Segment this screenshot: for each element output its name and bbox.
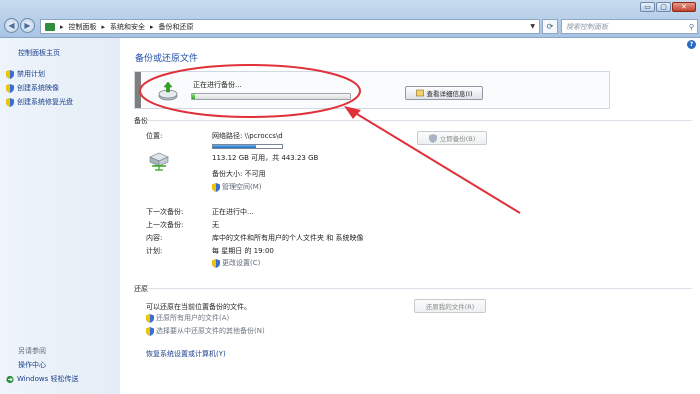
sidebar-item-disable-schedule[interactable]: 禁用计划 — [6, 69, 45, 79]
see-also-heading: 另请参阅 — [18, 347, 46, 355]
refresh-button[interactable]: ⟳ — [542, 19, 558, 34]
last-backup-value: 无 — [212, 221, 219, 229]
chevron-down-icon[interactable]: ▼ — [530, 23, 535, 30]
panel-accent — [135, 72, 141, 108]
sidebar-item-home[interactable]: 控制面板主页 — [18, 48, 60, 58]
details-icon — [415, 89, 424, 97]
sidebar-item-action-center[interactable]: 操作中心 — [18, 360, 46, 370]
progress-fill — [192, 94, 196, 99]
page-title: 备份或还原文件 — [135, 54, 199, 64]
search-input[interactable]: 搜索控制面板 — [566, 22, 608, 32]
breadcrumb-item[interactable]: 系统和安全 — [110, 22, 145, 32]
maximize-button[interactable]: ▢ — [656, 2, 671, 12]
forward-button[interactable]: ▶ — [20, 18, 35, 33]
shield-icon — [146, 313, 154, 323]
restore-description: 可以还原在当前位置备份的文件。 — [146, 303, 251, 311]
sidebar-item-label: 创建系统映像 — [17, 84, 59, 92]
breadcrumb-item[interactable]: 控制面板 — [69, 22, 97, 32]
shield-icon — [6, 83, 14, 93]
breadcrumb[interactable]: ▸ 控制面板 ▸ 系统和安全 ▸ 备份和还原 ▼ — [40, 19, 540, 34]
sidebar-item-label: 禁用计划 — [17, 70, 45, 78]
schedule-value: 每 星期日 的 19:00 — [212, 247, 274, 255]
view-details-button[interactable]: 查看详细信息(I) — [405, 86, 483, 100]
sidebar-item-repair-disc[interactable]: 创建系统修复光盘 — [6, 97, 73, 107]
last-backup-label: 上一次备份: — [146, 221, 184, 229]
content-value: 库中的文件和所有用户的个人文件夹 和 系统映像 — [212, 234, 364, 242]
window-controls: ▭ ▢ ✕ — [640, 2, 696, 12]
divider — [146, 288, 692, 289]
shield-icon — [6, 69, 14, 79]
restore-section-heading: 还原 — [134, 285, 148, 293]
address-bar: ▭ ▢ ✕ ◀ ▶ ▸ 控制面板 ▸ 系统和安全 ▸ 备份和还原 ▼ ⟳ 搜索控… — [0, 0, 700, 38]
space-info: 113.12 GB 可用，共 443.23 GB — [212, 154, 319, 162]
sidebar-item-create-image[interactable]: 创建系统映像 — [6, 83, 59, 93]
main-content: ? 备份或还原文件 正在进行备份... 查看详细信息(I) 备份 位置: 网络路… — [120, 38, 700, 394]
sidebar-item-easy-transfer[interactable]: Windows 轻松传送 — [6, 374, 78, 384]
content-label: 内容: — [146, 234, 163, 242]
progress-label: 正在进行备份... — [193, 81, 242, 89]
shield-icon — [212, 258, 220, 268]
breadcrumb-item[interactable]: 备份和还原 — [159, 22, 194, 32]
disk-usage-bar — [212, 144, 283, 149]
help-icon[interactable]: ? — [687, 40, 696, 49]
search-box[interactable]: 搜索控制面板 ⚲ — [561, 19, 698, 34]
easy-transfer-icon — [6, 375, 14, 383]
network-drive-icon — [149, 152, 169, 171]
backup-in-progress-icon — [158, 81, 178, 101]
select-other-backup-link[interactable]: 选择要从中还原文件的其他备份(N) — [146, 326, 265, 336]
search-icon[interactable]: ⚲ — [689, 23, 694, 31]
control-panel-icon — [45, 22, 55, 31]
recover-system-link[interactable]: 恢复系统设置或计算机(Y) — [146, 349, 226, 359]
change-settings-link[interactable]: 更改设置(C) — [212, 258, 260, 270]
shield-icon — [146, 326, 154, 336]
sidebar: 控制面板主页 禁用计划 创建系统映像 创建系统修复光盘 另请参阅 操作中心 Wi… — [0, 38, 120, 394]
shield-icon — [212, 182, 220, 192]
minimize-button[interactable]: ▭ — [640, 2, 655, 12]
backup-progress-bar — [191, 93, 351, 100]
disk-usage-fill — [213, 145, 256, 148]
chevron-right-icon: ▸ — [60, 22, 64, 31]
next-backup-value: 正在进行中... — [212, 208, 254, 216]
location-value: 网络路径: \\pcroccs\d — [212, 132, 283, 140]
manage-space-link[interactable]: 管理空间(M) — [212, 182, 262, 194]
shield-icon — [428, 133, 437, 143]
divider — [146, 120, 692, 121]
chevron-right-icon: ▸ — [150, 22, 154, 31]
backup-now-button[interactable]: 立即备份(B) — [417, 131, 487, 145]
sidebar-item-label: 创建系统修复光盘 — [17, 98, 73, 106]
location-label: 位置: — [146, 132, 163, 140]
backup-section-heading: 备份 — [134, 117, 148, 125]
backup-progress-panel: 正在进行备份... 查看详细信息(I) — [134, 71, 610, 109]
shield-icon — [6, 97, 14, 107]
sidebar-item-label: Windows 轻松传送 — [17, 375, 79, 383]
chevron-right-icon: ▸ — [101, 22, 106, 31]
backup-size: 备份大小: 不可用 — [212, 170, 266, 178]
schedule-label: 计划: — [146, 247, 163, 255]
back-button[interactable]: ◀ — [4, 18, 19, 33]
restore-my-files-button[interactable]: 还原我的文件(R) — [414, 299, 486, 313]
next-backup-label: 下一次备份: — [146, 208, 184, 216]
restore-all-users-link[interactable]: 还原所有用户的文件(A) — [146, 313, 229, 323]
close-button[interactable]: ✕ — [672, 2, 696, 12]
